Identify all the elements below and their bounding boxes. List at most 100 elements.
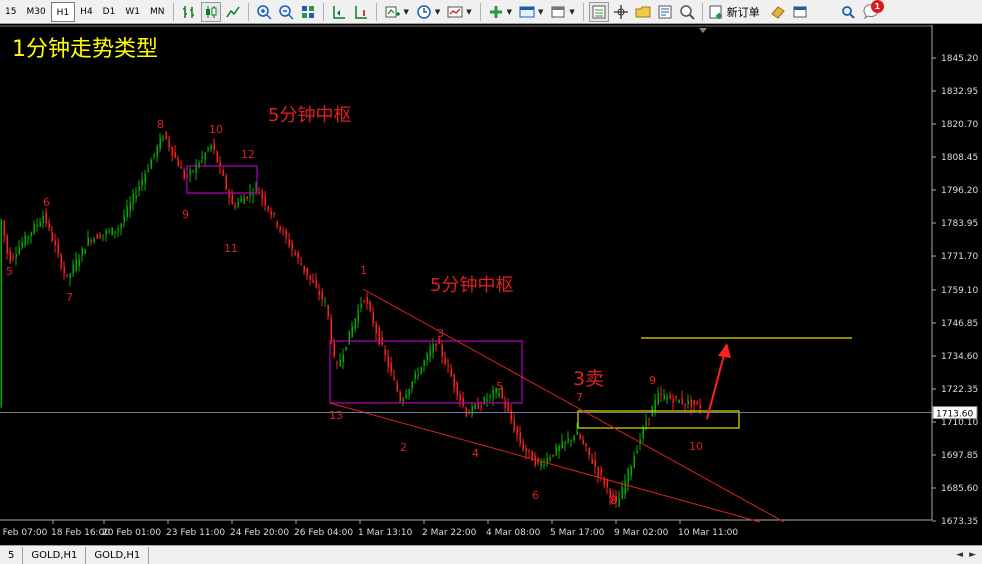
- chart-shift-icon[interactable]: [351, 2, 371, 22]
- candle-body: [444, 358, 446, 365]
- candle-body: [201, 156, 203, 159]
- candle-body: [510, 410, 512, 421]
- zoom-out-icon[interactable]: [276, 2, 296, 22]
- candle-body: [132, 193, 134, 204]
- candle-body: [432, 344, 434, 353]
- candle-body: [204, 152, 206, 160]
- candle-body: [153, 153, 155, 157]
- timeframe-m15[interactable]: 15: [0, 2, 21, 22]
- price-tick-label: 1845.20: [941, 54, 978, 64]
- timeframe-mn[interactable]: MN: [145, 2, 170, 22]
- tab-scroll-right-icon[interactable]: ►: [969, 550, 976, 560]
- candle-body: [84, 249, 86, 254]
- candle-body: [399, 391, 401, 402]
- timeframe-d1[interactable]: D1: [98, 2, 121, 22]
- candle-body: [414, 373, 416, 380]
- candle-body: [243, 197, 245, 205]
- price-chart[interactable]: 1845.20 1832.95 1820.70 1808.45 1796.20 1783.…: [0, 25, 982, 545]
- candle-body: [663, 394, 665, 400]
- chevron-down-icon[interactable]: ▼: [538, 8, 543, 16]
- candle-body: [36, 224, 38, 227]
- candle-body: [135, 195, 137, 199]
- indicators-icon[interactable]: [382, 2, 402, 22]
- candle-body: [687, 400, 689, 405]
- candle-body: [330, 318, 332, 343]
- periods-clock-icon[interactable]: [414, 2, 434, 22]
- price-tick-label: 1820.70: [941, 120, 978, 130]
- candle-body: [348, 330, 350, 345]
- notification-icon[interactable]: 1: [860, 0, 884, 22]
- autoscroll-icon[interactable]: [329, 2, 349, 22]
- new-order-button[interactable]: 新订单: [709, 4, 760, 20]
- candle-body: [234, 205, 236, 208]
- timeframe-h1[interactable]: H1: [50, 1, 76, 22]
- chevron-down-icon[interactable]: ▼: [435, 8, 440, 16]
- candle-body: [51, 232, 53, 241]
- candle-body: [405, 394, 407, 398]
- candle-body: [441, 345, 443, 357]
- tab-partial[interactable]: 5: [0, 546, 24, 564]
- candle-body: [375, 323, 377, 334]
- wave-label-lower: 9: [649, 374, 656, 387]
- candle-body: [180, 167, 182, 169]
- templates-icon[interactable]: [445, 2, 465, 22]
- timeframe-h4[interactable]: H4: [75, 2, 98, 22]
- candle-body: [171, 146, 173, 156]
- new-chart-icon[interactable]: [486, 2, 506, 22]
- candle-body: [294, 252, 296, 255]
- timeframe-m30[interactable]: M30: [21, 2, 50, 22]
- tile-windows-icon[interactable]: [298, 2, 318, 22]
- candle-body: [279, 226, 281, 230]
- candle-body: [480, 406, 482, 408]
- strategy-tester-icon[interactable]: [677, 2, 697, 22]
- crosshair-icon[interactable]: [611, 2, 631, 22]
- autotrading-icon[interactable]: [768, 2, 788, 22]
- price-tick-label: 1808.45: [941, 153, 978, 163]
- price-tick-label: 1783.95: [941, 219, 978, 229]
- candlesticks: [0, 131, 701, 508]
- candle-body: [195, 163, 197, 173]
- sell3-box: [577, 410, 740, 429]
- wave-label-upper: 6: [43, 196, 50, 209]
- line-chart-icon[interactable]: [223, 2, 243, 22]
- market-watch-icon[interactable]: [588, 1, 609, 22]
- candle-body: [270, 211, 272, 215]
- options-icon[interactable]: [790, 2, 810, 22]
- chevron-down-icon[interactable]: ▼: [466, 8, 471, 16]
- candle-body: [504, 401, 506, 408]
- chevron-down-icon[interactable]: ▼: [569, 8, 574, 16]
- zoom-in-icon[interactable]: [254, 2, 274, 22]
- candlestick-icon[interactable]: [201, 1, 222, 22]
- tab-gold-h1-2[interactable]: GOLD,H1: [86, 546, 150, 564]
- candle-body: [660, 393, 662, 395]
- chart-window[interactable]: 1845.20 1832.95 1820.70 1808.45 1796.20 1783.…: [0, 25, 982, 545]
- tab-scroll: ◄ ►: [956, 550, 982, 560]
- candle-body: [252, 194, 254, 196]
- candle-body: [81, 248, 83, 256]
- data-window-icon[interactable]: [655, 2, 675, 22]
- time-axis: 7 Feb 07:0018 Feb 16:0020 Feb 01:0023 Fe…: [0, 520, 738, 538]
- wave-label-lower: 8: [610, 494, 617, 507]
- time-tick-label: 10 Mar 11:00: [678, 528, 738, 538]
- candle-body: [54, 240, 56, 245]
- profiles-icon[interactable]: [517, 2, 537, 22]
- candle-body: [543, 464, 545, 466]
- bar-chart-icon[interactable]: [179, 2, 199, 22]
- tab-scroll-left-icon[interactable]: ◄: [956, 550, 963, 560]
- candle-body: [633, 456, 635, 469]
- candle-body: [276, 221, 278, 227]
- time-tick-label: 9 Mar 02:00: [614, 528, 669, 538]
- tab-gold-h1[interactable]: GOLD,H1: [23, 546, 87, 564]
- window-icon[interactable]: [548, 2, 568, 22]
- folder-star-icon[interactable]: [633, 2, 653, 22]
- candle-body: [228, 191, 230, 198]
- toolbar-separator: [376, 2, 378, 21]
- chevron-down-icon[interactable]: ▼: [507, 8, 512, 16]
- toolbar: 15 M30 H1 H4 D1 W1 MN ▼ ▼ ▼ ▼ ▼ ▼ 新订单 1: [0, 0, 982, 24]
- candle-body: [696, 401, 698, 404]
- candle-body: [582, 439, 584, 444]
- search-icon[interactable]: [838, 2, 858, 22]
- timeframe-w1[interactable]: W1: [120, 2, 145, 22]
- chevron-down-icon[interactable]: ▼: [403, 8, 408, 16]
- candle-body: [291, 243, 293, 250]
